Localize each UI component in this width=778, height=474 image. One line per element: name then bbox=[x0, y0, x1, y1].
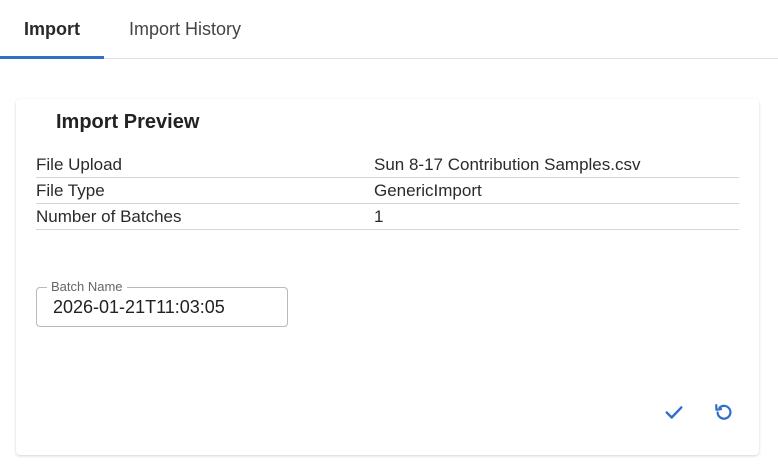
import-preview-card: Import Preview File Upload Sun 8-17 Cont… bbox=[16, 99, 759, 455]
batch-name-input[interactable] bbox=[37, 288, 287, 326]
tab-import-history-label: Import History bbox=[128, 18, 242, 39]
preview-details: File Upload Sun 8-17 Contribution Sample… bbox=[36, 152, 739, 230]
batch-name-field: Batch Name bbox=[36, 279, 288, 327]
reset-button[interactable] bbox=[710, 398, 738, 426]
detail-row-number-of-batches: Number of Batches 1 bbox=[36, 204, 739, 230]
detail-row-file-upload: File Upload Sun 8-17 Contribution Sample… bbox=[36, 152, 739, 178]
detail-value: Sun 8-17 Contribution Samples.csv bbox=[374, 155, 641, 174]
detail-value: 1 bbox=[374, 207, 384, 226]
tab-import[interactable]: Import bbox=[0, 0, 104, 59]
tab-import-history[interactable]: Import History bbox=[112, 0, 258, 58]
tab-import-label: Import bbox=[24, 18, 80, 39]
undo-icon bbox=[715, 404, 732, 420]
detail-row-file-type: File Type GenericImport bbox=[36, 178, 739, 204]
tab-bar: Import Import History bbox=[0, 0, 778, 59]
check-icon bbox=[665, 406, 683, 419]
card-title: Import Preview bbox=[56, 111, 200, 133]
confirm-button[interactable] bbox=[660, 398, 688, 426]
detail-key: File Upload bbox=[36, 155, 122, 174]
detail-key: File Type bbox=[36, 181, 105, 200]
detail-key: Number of Batches bbox=[36, 207, 182, 226]
detail-value: GenericImport bbox=[374, 181, 482, 200]
